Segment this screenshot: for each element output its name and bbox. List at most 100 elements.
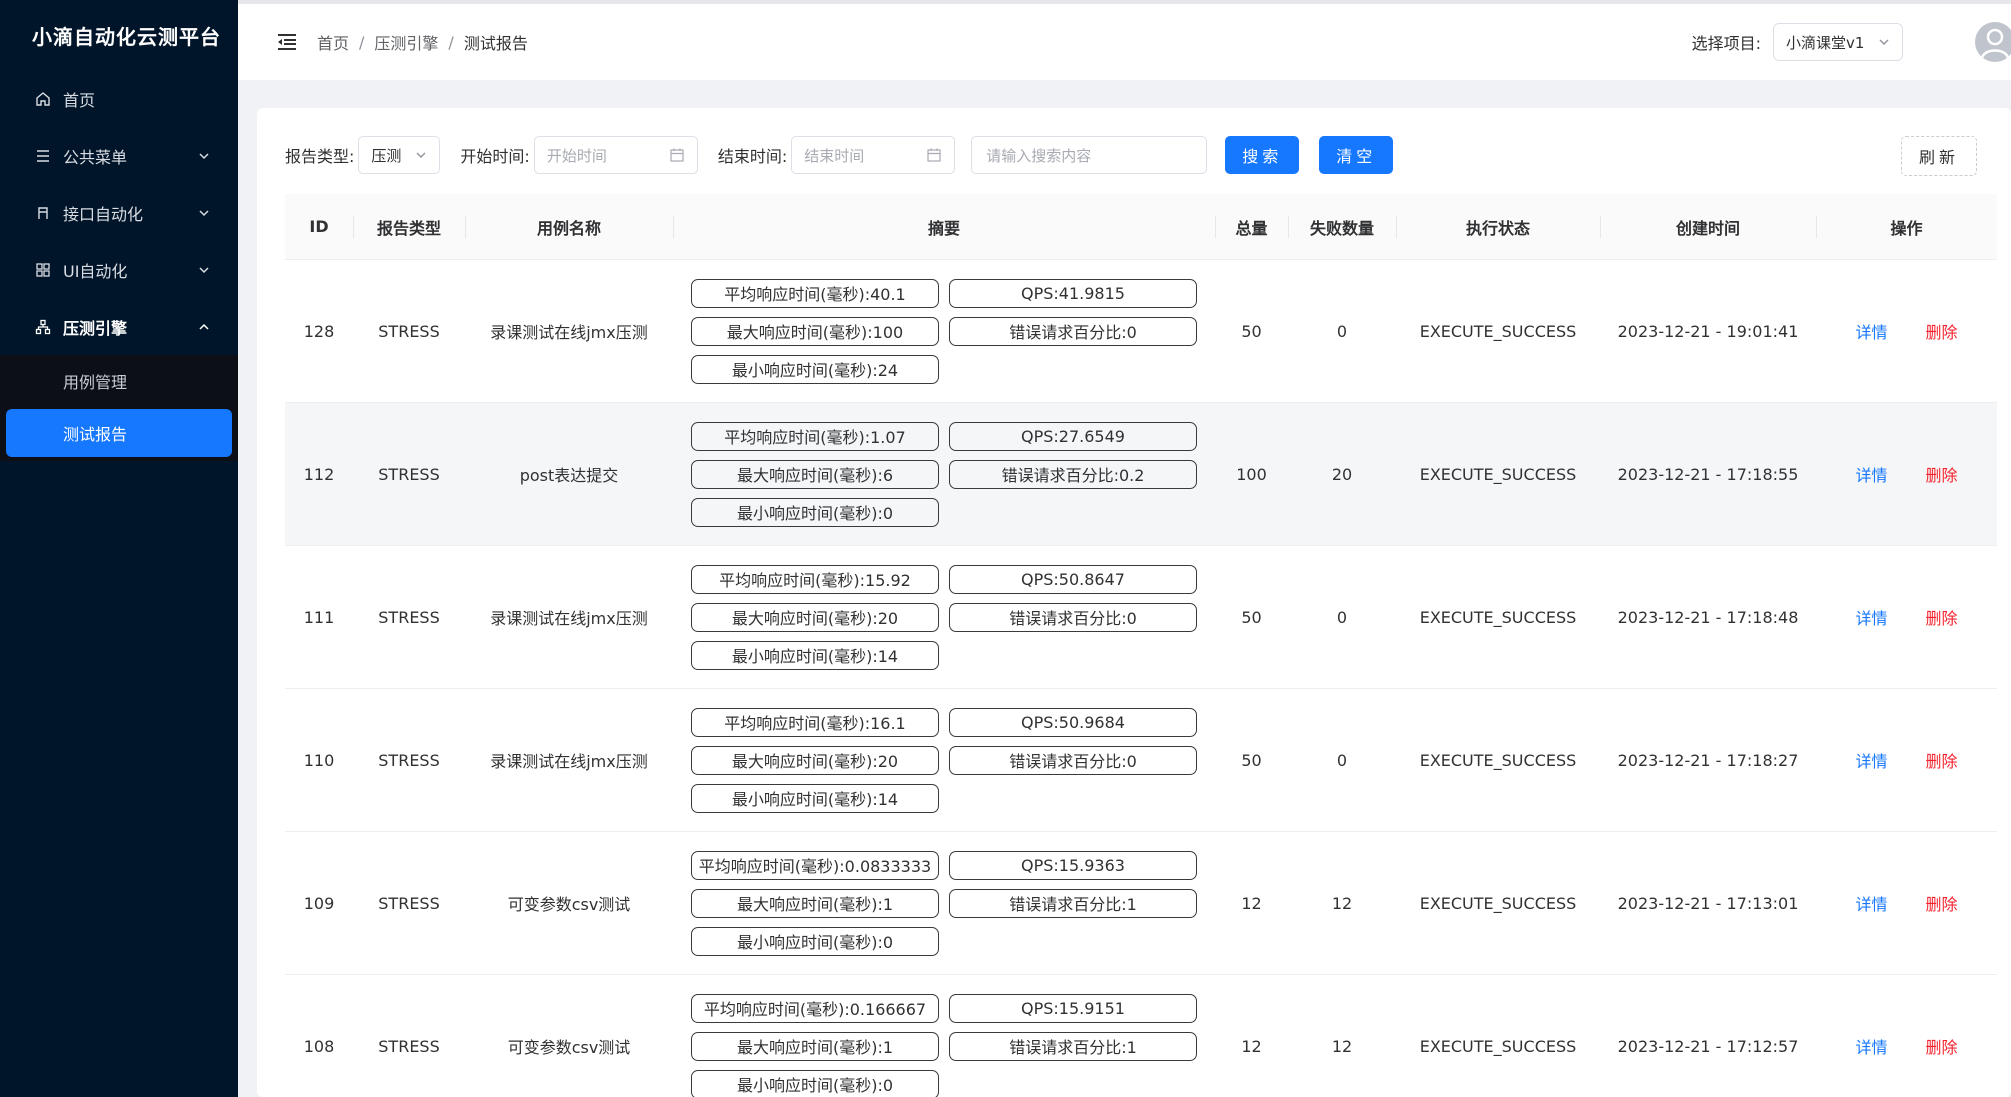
report-type-value: 压测 [371,146,402,165]
calendar-icon [670,148,684,162]
stress-engine-submenu: 用例管理 测试报告 [0,355,238,461]
cell-summary: 平均响应时间(毫秒):0.166667 QPS:15.9151 最大响应时间(毫秒)… [673,993,1215,1097]
menu-list-icon [33,146,53,166]
chevron-down-icon [1879,39,1889,45]
end-time-input[interactable]: 结束时间 [791,136,956,174]
summary-min-tag: 最小响应时间(毫秒):14 [691,783,939,813]
delete-link[interactable]: 删除 [1926,748,1958,772]
cell-report-type: STRESS [378,1036,440,1056]
delete-link[interactable]: 删除 [1926,891,1958,915]
sidebar: 小滴自动化云测平台 首页 公共菜单 接口自动化 UI自动化 压测引擎 用例管理 … [0,0,238,1097]
clear-button[interactable]: 清空 [1319,136,1394,174]
summary-error-tag: 错误请求百分比:0.2 [949,459,1197,489]
table-row: 108 STRESS 可变参数csv测试 平均响应时间(毫秒):0.166667 QPS… [285,975,1997,1097]
delete-link[interactable]: 删除 [1926,1034,1958,1058]
table-body: 128 STRESS 录课测试在线jmx压测 平均响应时间(毫秒):40.1 QPS:4… [285,260,1997,1097]
cell-fail-count: 20 [1331,464,1353,484]
cell-created-time: 2023-12-21 - 17:18:48 [1617,607,1799,627]
summary-avg-tag: 平均响应时间(毫秒):16.1 [691,707,939,737]
sidebar-item-api-automation[interactable]: 接口自动化 [0,184,238,241]
api-icon [33,203,53,223]
cell-operations: 详情 删除 [1816,891,1997,915]
app-title: 小滴自动化云测平台 [32,24,221,49]
start-time-input[interactable]: 开始时间 [533,136,698,174]
report-panel: 报告类型: 压测 开始时间: 开始时间 结束时间: 结束时间 请输入搜索内容 搜… [257,108,2011,1097]
cell-operations: 详情 删除 [1816,605,1997,629]
search-button[interactable]: 搜索 [1225,136,1300,174]
delete-link[interactable]: 删除 [1926,605,1958,629]
sidebar-item-ui-automation[interactable]: UI自动化 [0,241,238,298]
delete-link[interactable]: 删除 [1926,319,1958,343]
cell-operations: 详情 删除 [1816,748,1997,772]
table-row: 109 STRESS 可变参数csv测试 平均响应时间(毫秒):0.0833333 QP… [285,832,1997,975]
search-input[interactable]: 请输入搜索内容 [971,136,1208,174]
cell-id: 128 [303,321,335,341]
breadcrumb-stress-engine[interactable]: 压测引擎 [374,30,438,54]
cell-total: 50 [1241,750,1262,770]
cell-total: 12 [1241,1036,1262,1056]
detail-link[interactable]: 详情 [1855,319,1887,343]
cell-fail-count: 0 [1336,321,1348,341]
column-header: 用例名称 [465,215,673,239]
cell-id: 112 [303,464,335,484]
cell-status: EXECUTE_SUCCESS [1419,1036,1577,1056]
project-label: 选择项目: [1691,34,1761,53]
sidebar-item-test-report[interactable]: 测试报告 [6,409,232,457]
cell-case-name: 录课测试在线jmx压测 [490,323,648,342]
summary-qps-tag: QPS:41.9815 [949,278,1197,308]
summary-avg-tag: 平均响应时间(毫秒):0.0833333 [691,850,939,880]
cell-fail-count: 0 [1336,750,1348,770]
breadcrumb-separator: / [359,32,365,52]
project-selector: 选择项目: 小滴课堂v1 [1692,23,1903,61]
summary-min-tag: 最小响应时间(毫秒):0 [691,1069,939,1097]
cell-status: EXECUTE_SUCCESS [1419,607,1577,627]
detail-link[interactable]: 详情 [1855,891,1887,915]
cell-created-time: 2023-12-21 - 17:13:01 [1617,893,1799,913]
summary-avg-tag: 平均响应时间(毫秒):40.1 [691,278,939,308]
sidebar-item-stress-engine[interactable]: 压测引擎 [0,298,238,355]
summary-min-tag: 最小响应时间(毫秒):24 [691,354,939,384]
report-table: ID 报告类型 用例名称 摘要 总量 失败数量 执行状态 创建时间 操作 128… [285,194,1997,1097]
refresh-button[interactable]: 刷新 [1901,136,1977,176]
detail-link[interactable]: 详情 [1855,605,1887,629]
cell-operations: 详情 删除 [1816,319,1997,343]
column-header: ID [309,217,329,236]
cell-case-name: 录课测试在线jmx压测 [490,752,648,771]
summary-error-tag: 错误请求百分比:0 [949,745,1197,775]
chevron-down-icon [416,152,426,158]
cell-case-name: post表达提交 [519,466,619,485]
breadcrumb-home[interactable]: 首页 [317,30,349,54]
summary-error-tag: 错误请求百分比:1 [949,1031,1197,1061]
sidebar-item-home[interactable]: 首页 [0,70,238,127]
report-type-select[interactable]: 压测 [358,136,441,174]
cell-summary: 平均响应时间(毫秒):16.1 QPS:50.9684 最大响应时间(毫秒):20 错… [673,707,1215,813]
sidebar-item-public-menu[interactable]: 公共菜单 [0,127,238,184]
detail-link[interactable]: 详情 [1855,1034,1887,1058]
cell-fail-count: 0 [1336,607,1348,627]
cell-status: EXECUTE_SUCCESS [1419,321,1577,341]
fold-menu-icon[interactable] [275,30,299,54]
detail-link[interactable]: 详情 [1855,462,1887,486]
sidebar-item-label: UI自动化 [63,261,128,281]
delete-link[interactable]: 删除 [1926,462,1958,486]
cell-fail-count: 12 [1331,893,1353,913]
cell-summary: 平均响应时间(毫秒):15.92 QPS:50.8647 最大响应时间(毫秒):20… [673,564,1215,670]
start-time-label: 开始时间: [460,147,530,166]
cell-case-name: 可变参数csv测试 [507,895,631,914]
summary-max-tag: 最大响应时间(毫秒):20 [691,602,939,632]
summary-avg-tag: 平均响应时间(毫秒):1.07 [691,421,939,451]
avatar[interactable] [1975,22,2011,62]
sidebar-item-label: 公共菜单 [63,147,128,167]
breadcrumb-current: 测试报告 [463,34,528,53]
column-header: 执行状态 [1396,215,1600,239]
sidebar-item-case-management[interactable]: 用例管理 [0,355,238,407]
summary-error-tag: 错误请求百分比:0 [949,316,1197,346]
cell-report-type: STRESS [378,321,440,341]
project-select[interactable]: 小滴课堂v1 [1773,23,1903,61]
cell-report-type: STRESS [378,464,440,484]
cell-summary: 平均响应时间(毫秒):0.0833333 QPS:15.9363 最大响应时间(毫秒… [673,850,1215,956]
summary-min-tag: 最小响应时间(毫秒):14 [691,640,939,670]
detail-link[interactable]: 详情 [1855,748,1887,772]
column-header: 摘要 [673,215,1215,239]
summary-qps-tag: QPS:27.6549 [949,421,1197,451]
